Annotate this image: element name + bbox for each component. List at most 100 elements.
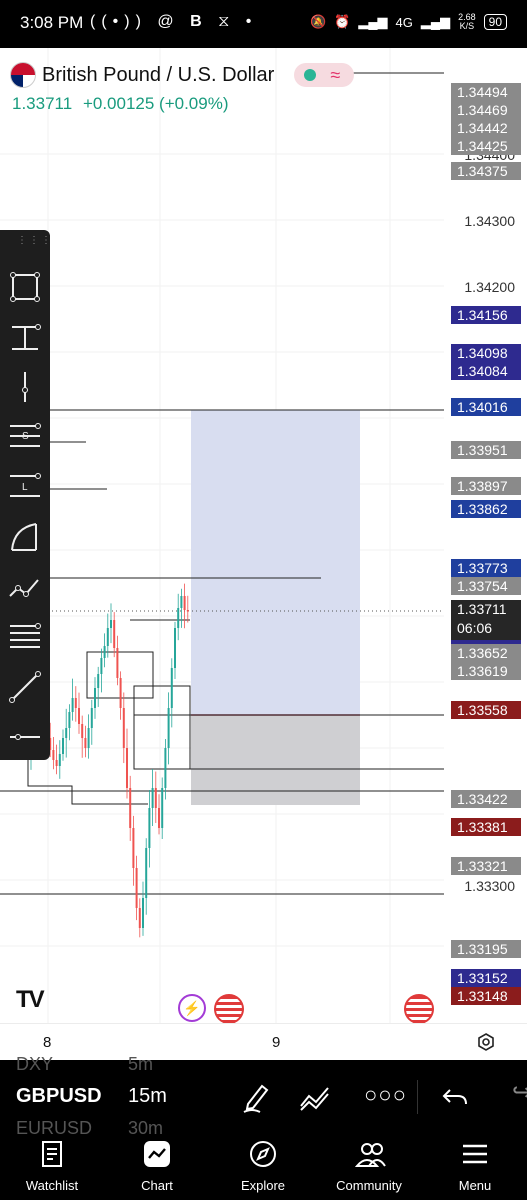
community-icon <box>355 1143 386 1167</box>
gbp-flag-icon <box>10 62 36 88</box>
path-tool-icon[interactable] <box>8 570 42 604</box>
price-tag: 1.33862 <box>451 500 521 519</box>
candle-body <box>174 628 176 668</box>
price-tag: 1.33148 <box>451 986 521 1005</box>
price-tag: 1.33773 <box>451 558 521 577</box>
candle-body <box>167 708 170 748</box>
notification-icons: ((•)) @ B ⧖ • <box>90 13 257 31</box>
toolbar-handle-icon[interactable]: ⋮⋮⋮ <box>17 236 53 246</box>
price-tag: 1.33951 <box>451 441 521 460</box>
price-tag: 1.33897 <box>451 476 521 495</box>
rectangle-tool-icon[interactable] <box>8 270 42 304</box>
us-event-flag-icon-2[interactable] <box>404 994 434 1024</box>
candle-body <box>62 738 64 754</box>
candle-body <box>97 674 100 688</box>
chart-settings-icon[interactable] <box>476 1032 496 1052</box>
price-tag: 1.33652 <box>451 643 521 662</box>
flash-event-icon[interactable]: ⚡ <box>178 994 206 1022</box>
symbol-name[interactable]: British Pound / U.S. Dollar <box>42 64 274 87</box>
tradingview-logo[interactable]: TV <box>16 986 45 1014</box>
price-tag: 1.34156 <box>451 306 521 325</box>
candle-body <box>103 646 106 658</box>
fib-tool-icon[interactable] <box>8 620 42 654</box>
network-type: 4G <box>395 14 413 30</box>
horizontal-ray-tool-icon[interactable] <box>8 321 42 355</box>
vertical-line-tool-icon[interactable] <box>8 370 42 404</box>
nav-label: Watchlist <box>25 1178 79 1193</box>
active-symbol[interactable]: GBPUSD <box>16 1085 102 1108</box>
price-tag: 1.33152 <box>451 968 521 987</box>
candle-body <box>132 828 135 868</box>
undo-icon[interactable] <box>438 1080 472 1114</box>
candle-body <box>148 808 151 848</box>
horizontal-line-tool-icon[interactable] <box>8 720 42 754</box>
candle-body <box>129 788 132 828</box>
bottom-nav[interactable]: Watchlist Chart Explore Community Menu <box>0 1132 527 1200</box>
drawing-toolbar[interactable]: ⋮⋮⋮ S L <box>0 230 53 760</box>
candle-body <box>119 678 122 708</box>
price-tag: 1.34442 <box>451 118 521 137</box>
candle-body <box>100 658 103 674</box>
active-timeframe[interactable]: 15m <box>128 1085 167 1108</box>
trend-line-tool-icon[interactable] <box>8 670 42 704</box>
long-level-tool-icon[interactable]: L <box>8 470 42 504</box>
indicators-icon[interactable] <box>298 1080 332 1114</box>
candle-body <box>55 760 58 766</box>
symbol-header[interactable]: British Pound / U.S. Dollar ≈ <box>10 62 355 88</box>
candle-body <box>164 748 167 788</box>
battery-icon: 90 <box>483 14 507 30</box>
menu-icon <box>463 1144 487 1164</box>
pencil-icon[interactable] <box>240 1080 274 1114</box>
us-event-flag-icon[interactable] <box>214 994 244 1024</box>
candle-body <box>122 708 125 748</box>
candle-body <box>180 596 183 608</box>
candle-body <box>126 748 128 788</box>
price-tag: 1.33754 <box>451 576 521 595</box>
mute-icon: 🔕 <box>309 14 327 29</box>
prev-timeframe[interactable]: 5m <box>128 1054 153 1075</box>
chart-icon <box>144 1141 170 1167</box>
price-tag: 1.33422 <box>451 790 521 809</box>
more-options-icon[interactable]: ○○○ <box>364 1082 407 1108</box>
candle-body <box>78 708 80 724</box>
chart-area[interactable]: British Pound / U.S. Dollar ≈ 1.33711 +0… <box>0 48 527 1060</box>
candle-body <box>74 698 77 708</box>
signal-icon: ▂▄▆ <box>358 14 388 29</box>
candle-body <box>170 668 173 708</box>
market-status-pill[interactable]: ≈ <box>294 63 355 87</box>
price-tag: 1.34375 <box>451 161 521 180</box>
price-tag: 1.34494 <box>451 82 521 101</box>
signal-icon-2: ▂▄▆ <box>420 14 451 29</box>
arc-tool-icon[interactable] <box>8 520 42 554</box>
candle-body <box>161 788 164 828</box>
candle-body <box>71 698 74 712</box>
price-tick: 1.34200 <box>464 279 515 295</box>
price-tag: 1.33558 <box>451 700 521 719</box>
candle-body <box>81 724 84 738</box>
separator <box>417 1080 418 1114</box>
time-axis[interactable]: 8 9 <box>0 1023 527 1061</box>
status-time: 3:08 PM <box>20 13 84 32</box>
price-tag: 1.34016 <box>451 398 521 417</box>
redo-icon[interactable]: ↪ <box>512 1078 527 1107</box>
candle-body <box>106 628 109 646</box>
price-tag: 1.33195 <box>451 940 521 959</box>
nav-label: Explore <box>240 1178 286 1193</box>
nav-label: Community <box>336 1178 402 1193</box>
price-tag: 1.33381 <box>451 817 521 836</box>
bottom-panel[interactable]: DXY 5m GBPUSD 15m EURUSD 30m ○○○ ↪ Watch… <box>0 1054 527 1200</box>
candle-body <box>58 754 61 766</box>
price-change: +0.00125 (+0.09%) <box>82 94 229 113</box>
candle-body <box>186 610 189 612</box>
price-tick: 1.34300 <box>464 213 515 229</box>
prev-symbol[interactable]: DXY <box>16 1054 53 1075</box>
candle-body <box>110 620 112 628</box>
support-level-tool-icon[interactable]: S <box>8 420 42 454</box>
candle-body <box>151 788 154 808</box>
watchlist-icon <box>42 1141 62 1167</box>
candles-group[interactable] <box>30 583 189 938</box>
target-zone[interactable] <box>191 410 360 715</box>
svg-text:S: S <box>22 431 29 442</box>
price-axis[interactable]: 1.34400 1.34300 1.34200 1.33300 1.34494 1… <box>444 48 527 1028</box>
capcut-icon: ⧖ <box>218 13 236 30</box>
